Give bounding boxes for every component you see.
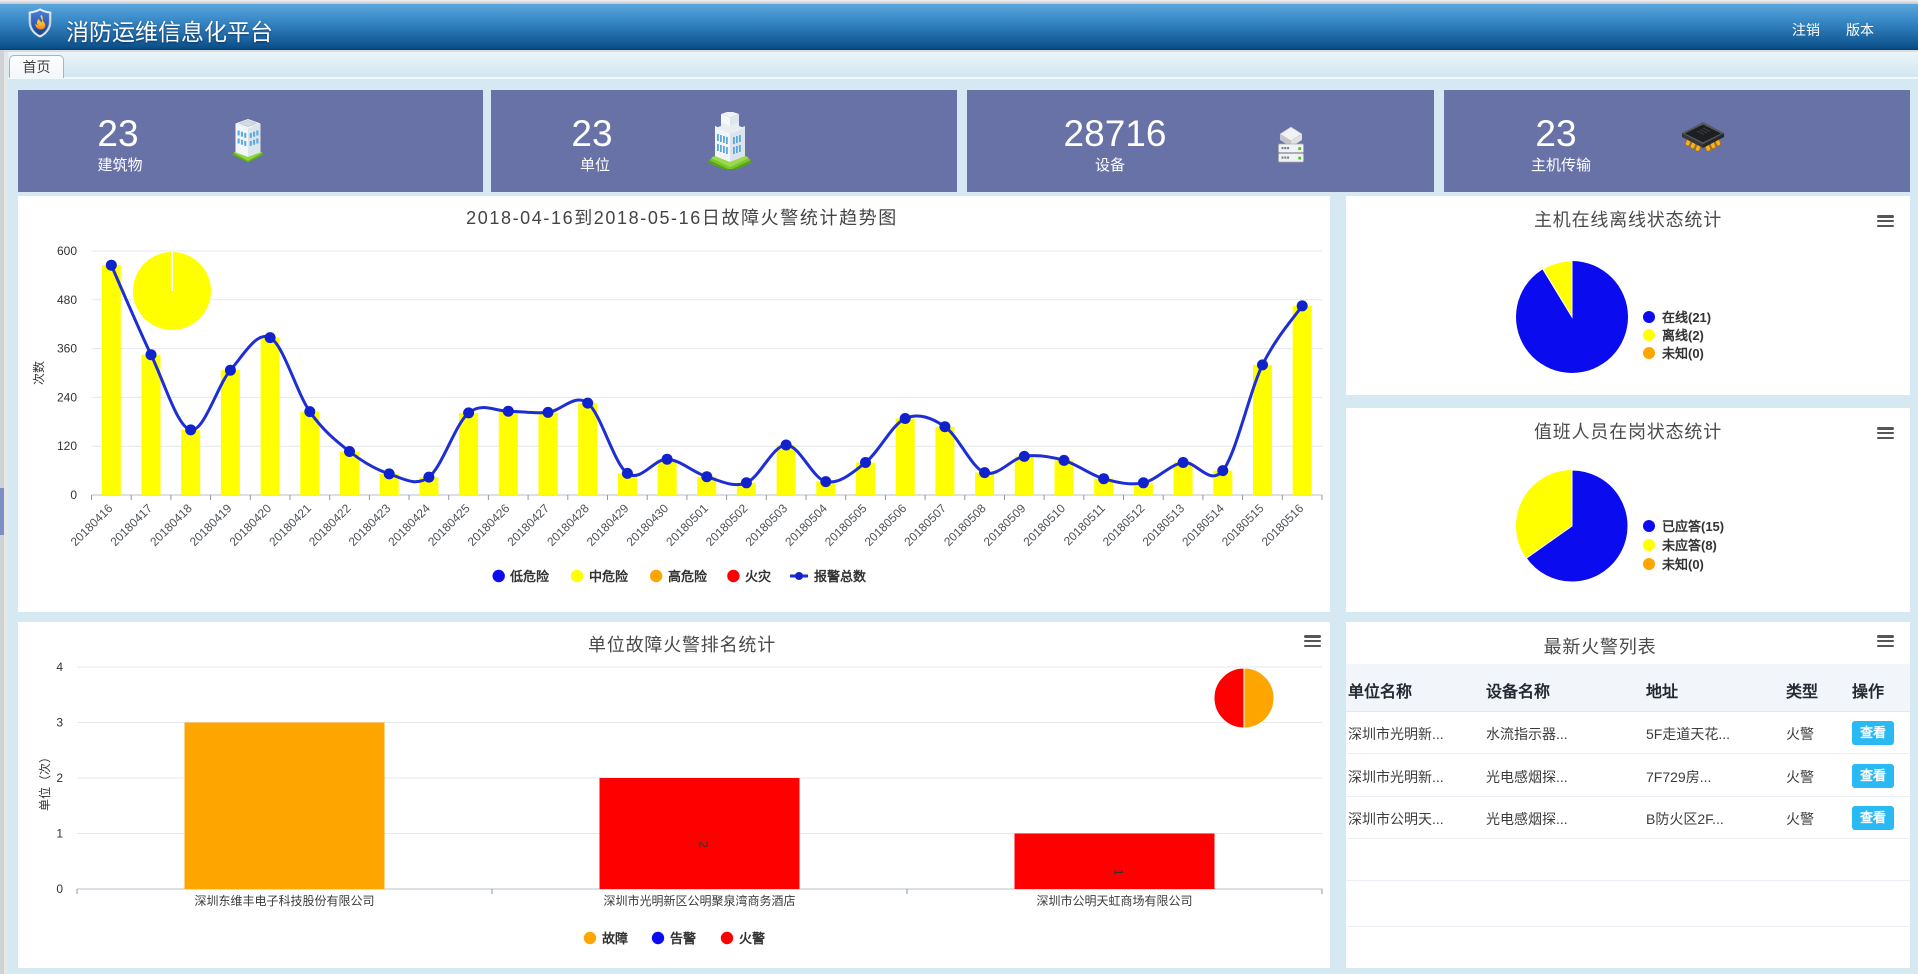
svg-text:高危险: 高危险 [668, 569, 708, 584]
svg-text:0: 0 [56, 882, 63, 896]
svg-text:深圳市公明天虹商场有限公司: 深圳市公明天虹商场有限公司 [1036, 893, 1192, 908]
svg-text:值班人员在岗状态统计: 值班人员在岗状态统计 [1534, 422, 1722, 442]
svg-text:火灾: 火灾 [745, 569, 772, 584]
svg-text:20180513: 20180513 [1140, 501, 1188, 549]
svg-text:20180421: 20180421 [266, 501, 314, 549]
svg-text:20180509: 20180509 [981, 501, 1029, 549]
svg-text:中危险: 中危险 [589, 569, 629, 584]
svg-text:深圳东维丰电子科技股份有限公司: 深圳东维丰电子科技股份有限公司 [194, 894, 374, 908]
svg-text:240: 240 [57, 390, 77, 404]
svg-text:20180505: 20180505 [822, 501, 870, 549]
svg-text:20180419: 20180419 [187, 501, 235, 549]
svg-text:20180508: 20180508 [941, 501, 989, 549]
svg-text:20180417: 20180417 [107, 501, 155, 549]
svg-text:20180424: 20180424 [385, 501, 433, 549]
svg-text:低危险: 低危险 [509, 569, 550, 584]
svg-text:0: 0 [70, 488, 77, 502]
svg-text:20180510: 20180510 [1020, 501, 1068, 549]
svg-text:20180429: 20180429 [584, 501, 632, 549]
svg-text:报警总数: 报警总数 [814, 569, 867, 584]
svg-text:主机在线离线状态统计: 主机在线离线状态统计 [1534, 210, 1722, 230]
svg-text:20180501: 20180501 [663, 501, 711, 549]
svg-text:20180507: 20180507 [901, 501, 949, 549]
svg-text:深圳市光明新区公明聚泉湾商务酒店: 深圳市光明新区公明聚泉湾商务酒店 [603, 893, 795, 908]
svg-text:20180416: 20180416 [68, 501, 116, 549]
svg-text:360: 360 [57, 342, 77, 356]
svg-text:20180430: 20180430 [624, 501, 672, 549]
svg-text:20180427: 20180427 [504, 501, 552, 549]
svg-text:480: 480 [57, 293, 77, 307]
svg-text:20180506: 20180506 [862, 501, 910, 549]
svg-text:3: 3 [56, 716, 63, 730]
svg-text:20180420: 20180420 [227, 501, 275, 549]
svg-text:1: 1 [1112, 869, 1126, 876]
svg-text:120: 120 [57, 439, 77, 453]
svg-text:20180426: 20180426 [465, 501, 513, 549]
svg-text:已应答(15): 已应答(15) [1662, 519, 1724, 534]
svg-text:故障: 故障 [602, 931, 628, 946]
svg-text:20180422: 20180422 [306, 501, 354, 549]
svg-text:20180515: 20180515 [1219, 501, 1267, 549]
svg-text:20180516: 20180516 [1259, 501, 1307, 549]
svg-text:单位（次）: 单位（次） [37, 751, 52, 811]
svg-text:1: 1 [56, 827, 63, 841]
svg-text:在线(21): 在线(21) [1662, 310, 1711, 325]
svg-text:20180423: 20180423 [346, 501, 394, 549]
svg-text:4: 4 [56, 660, 63, 674]
svg-text:火警: 火警 [739, 931, 765, 946]
svg-text:次数: 次数 [31, 361, 46, 385]
svg-text:20180512: 20180512 [1100, 501, 1148, 549]
svg-text:20180504: 20180504 [782, 501, 830, 549]
svg-text:2: 2 [697, 841, 711, 848]
svg-text:2018-04-16到2018-05-16日故障火警统计趋势: 2018-04-16到2018-05-16日故障火警统计趋势图 [466, 208, 898, 228]
svg-text:离线(2): 离线(2) [1662, 328, 1704, 343]
svg-text:告警: 告警 [670, 931, 696, 946]
svg-text:20180514: 20180514 [1179, 501, 1227, 549]
svg-text:20180418: 20180418 [147, 501, 195, 549]
svg-text:20180428: 20180428 [544, 501, 592, 549]
svg-text:600: 600 [57, 244, 77, 258]
svg-text:未知(0): 未知(0) [1661, 346, 1704, 361]
svg-text:20180425: 20180425 [425, 501, 473, 549]
svg-text:未知(0): 未知(0) [1661, 557, 1704, 572]
svg-text:2: 2 [56, 771, 63, 785]
svg-text:20180502: 20180502 [703, 501, 751, 549]
svg-text:未应答(8): 未应答(8) [1661, 538, 1717, 553]
svg-text:20180503: 20180503 [743, 501, 791, 549]
svg-text:单位故障火警排名统计: 单位故障火警排名统计 [588, 635, 776, 655]
